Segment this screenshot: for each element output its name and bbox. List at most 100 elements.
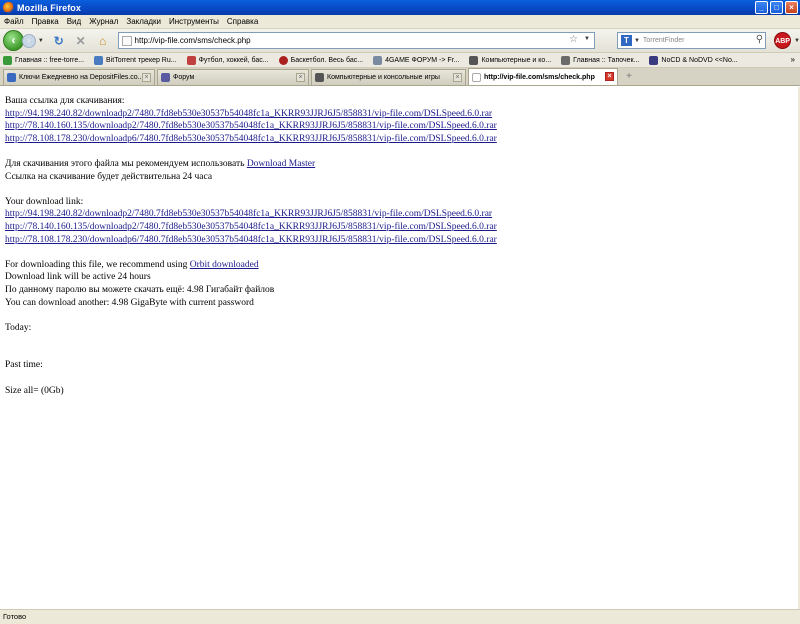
history-dropdown-icon[interactable]: ▼ xyxy=(38,38,44,44)
stop-icon[interactable]: ✕ xyxy=(74,34,88,48)
en-remaining-text: You can download another: 4.98 GigaByte … xyxy=(5,297,254,308)
menu-file[interactable]: Файл xyxy=(4,17,24,26)
menu-bookmarks[interactable]: Закладки xyxy=(126,17,161,26)
bookmark-label: Главная :: Тапочек... xyxy=(573,56,640,64)
tab-favicon-icon xyxy=(161,73,170,82)
ru-recommend-text: Для скачивания этого файла мы рекомендуе… xyxy=(5,158,245,169)
bookmark-item[interactable]: Футбол, хоккей, бас... xyxy=(186,55,269,65)
bookmark-item[interactable]: Главная :: Тапочек... xyxy=(561,55,640,65)
bookmark-label: NoCD & NoDVD <<No... xyxy=(661,56,738,64)
adblock-plus-icon[interactable]: ABP xyxy=(774,32,792,49)
download-link[interactable]: http://78.108.178.230/downloadp6/7480.7f… xyxy=(5,134,497,144)
bookmarks-overflow-chevron-icon[interactable]: » xyxy=(791,55,795,64)
menu-view[interactable]: Вид xyxy=(67,17,81,26)
tab-close-icon[interactable]: × xyxy=(605,72,614,81)
tab-label: Ключи Ежедневно на DepositFiles.co... xyxy=(19,74,144,81)
bookmark-star-icon[interactable]: ☆ xyxy=(569,34,578,45)
search-bar[interactable]: T ▼ TorrentFinder ⚲ xyxy=(616,32,767,49)
tab-label: Форум xyxy=(173,74,195,81)
bookmark-item[interactable]: Главная :: free-torre... xyxy=(3,55,85,65)
window-title: Mozilla Firefox xyxy=(17,2,82,13)
bookmark-item[interactable]: Баскетбол. Весь бас... xyxy=(278,55,364,65)
ru-link-active-text: Ссылка на скачивание будет действительна… xyxy=(5,171,213,182)
bookmarks-toolbar: Главная :: free-torre... BitTorrent трек… xyxy=(0,53,800,68)
window-controls: _ □ × xyxy=(755,1,798,14)
reload-icon[interactable]: ↻ xyxy=(52,34,66,48)
bookmark-label: Компьютерные и ко... xyxy=(481,56,552,64)
menu-help[interactable]: Справка xyxy=(227,17,258,26)
ru-remaining-text: По данному паролю вы можете скачать ещё:… xyxy=(5,284,275,295)
download-master-link[interactable]: Download Master xyxy=(247,159,315,169)
bookmark-favicon-icon xyxy=(561,55,571,65)
tab-bar: Ключи Ежедневно на DepositFiles.co... × … xyxy=(0,68,800,86)
bookmark-favicon-icon xyxy=(94,55,104,65)
tab-favicon-icon xyxy=(7,73,16,82)
new-tab-button[interactable]: + xyxy=(620,70,638,85)
bookmark-favicon-icon xyxy=(278,55,288,65)
menu-bar: Файл Правка Вид Журнал Закладки Инструме… xyxy=(0,15,800,29)
download-link[interactable]: http://78.108.178.230/downloadp6/7480.7f… xyxy=(5,235,497,245)
tab-close-icon[interactable]: × xyxy=(142,73,151,82)
bookmark-favicon-icon xyxy=(469,55,479,65)
download-link[interactable]: http://78.140.160.135/downloadp2/7480.7f… xyxy=(5,121,497,131)
tab-label: http://vip-file.com/sms/check.php xyxy=(484,73,595,81)
tab-close-icon[interactable]: × xyxy=(453,73,462,82)
title-bar: Mozilla Firefox _ □ × xyxy=(0,0,800,15)
search-icon[interactable]: ⚲ xyxy=(756,34,763,45)
bookmark-label: Главная :: free-torre... xyxy=(15,56,85,64)
bookmark-item[interactable]: NoCD & NoDVD <<No... xyxy=(649,55,738,65)
status-bar: Готово xyxy=(0,609,800,624)
status-text: Готово xyxy=(3,612,27,621)
tab-favicon-icon xyxy=(472,72,481,82)
search-engine-icon[interactable]: T xyxy=(620,35,632,46)
tab-favicon-icon xyxy=(315,73,324,82)
tab-games[interactable]: Компьютерные и консольные игры × xyxy=(311,69,466,85)
tab-forum[interactable]: Форум × xyxy=(157,69,309,85)
close-window-button[interactable]: × xyxy=(785,1,798,14)
minimize-button[interactable]: _ xyxy=(755,1,768,14)
bookmark-favicon-icon xyxy=(373,55,383,65)
today-label: Today: xyxy=(5,322,32,333)
search-placeholder[interactable]: TorrentFinder xyxy=(643,37,685,44)
search-engine-dropdown-icon[interactable]: ▼ xyxy=(634,38,640,44)
download-link[interactable]: http://78.140.160.135/downloadp2/7480.7f… xyxy=(5,222,497,232)
bookmark-label: 4GAME ФОРУМ -> Fr... xyxy=(385,56,460,64)
bookmark-favicon-icon xyxy=(186,55,196,65)
bookmark-item[interactable]: Компьютерные и ко... xyxy=(469,55,552,65)
firefox-logo-icon xyxy=(3,2,14,13)
forward-button[interactable]: › xyxy=(21,33,36,48)
adblock-dropdown-icon[interactable]: ▼ xyxy=(794,38,800,44)
navigation-toolbar: ‹ › ▼ ↻ ✕ ⌂ http://vip-file.com/sms/chec… xyxy=(0,29,800,53)
bookmark-label: Баскетбол. Весь бас... xyxy=(290,56,364,64)
tab-check-php[interactable]: http://vip-file.com/sms/check.php × xyxy=(468,68,618,85)
bookmark-label: Футбол, хоккей, бас... xyxy=(198,56,269,64)
url-text[interactable]: http://vip-file.com/sms/check.php xyxy=(135,36,251,45)
tab-label: Компьютерные и консольные игры xyxy=(327,74,440,81)
browser-window: Mozilla Firefox _ □ × Файл Правка Вид Жу… xyxy=(0,0,800,624)
ru-download-heading: Ваша ссылка для скачивания: xyxy=(5,96,125,106)
tab-depositfiles[interactable]: Ключи Ежедневно на DepositFiles.co... × xyxy=(3,69,155,85)
back-button[interactable]: ‹ xyxy=(3,30,24,51)
page-content: Ваша ссылка для скачивания: http://94.19… xyxy=(0,87,800,607)
tab-close-icon[interactable]: × xyxy=(296,73,305,82)
bookmark-item[interactable]: BitTorrent трекер Ru... xyxy=(94,55,177,65)
menu-history[interactable]: Журнал xyxy=(89,17,118,26)
home-icon[interactable]: ⌂ xyxy=(96,34,110,48)
bookmark-favicon-icon xyxy=(3,55,12,65)
en-link-active-text: Download link will be active 24 hours xyxy=(5,272,151,283)
menu-tools[interactable]: Инструменты xyxy=(169,17,219,26)
download-link[interactable]: http://94.198.240.82/downloadp2/7480.7fd… xyxy=(5,109,492,119)
size-all-text: Size all= (0Gb) xyxy=(5,385,64,396)
past-time-label: Past time: xyxy=(5,360,43,371)
menu-edit[interactable]: Правка xyxy=(32,17,59,26)
bookmark-item[interactable]: 4GAME ФОРУМ -> Fr... xyxy=(373,55,460,65)
maximize-button[interactable]: □ xyxy=(770,1,783,14)
page-favicon-icon xyxy=(121,35,132,46)
orbit-downloader-link[interactable]: Orbit downloaded xyxy=(190,260,259,270)
bookmark-label: BitTorrent трекер Ru... xyxy=(106,56,177,64)
url-dropdown-icon[interactable]: ▼ xyxy=(584,36,590,42)
download-link[interactable]: http://94.198.240.82/downloadp2/7480.7fd… xyxy=(5,209,492,219)
url-bar[interactable]: http://vip-file.com/sms/check.php ☆ ▼ xyxy=(117,32,595,49)
bookmark-favicon-icon xyxy=(649,55,659,65)
en-recommend-text: For downloading this file, we recommend … xyxy=(5,259,188,270)
